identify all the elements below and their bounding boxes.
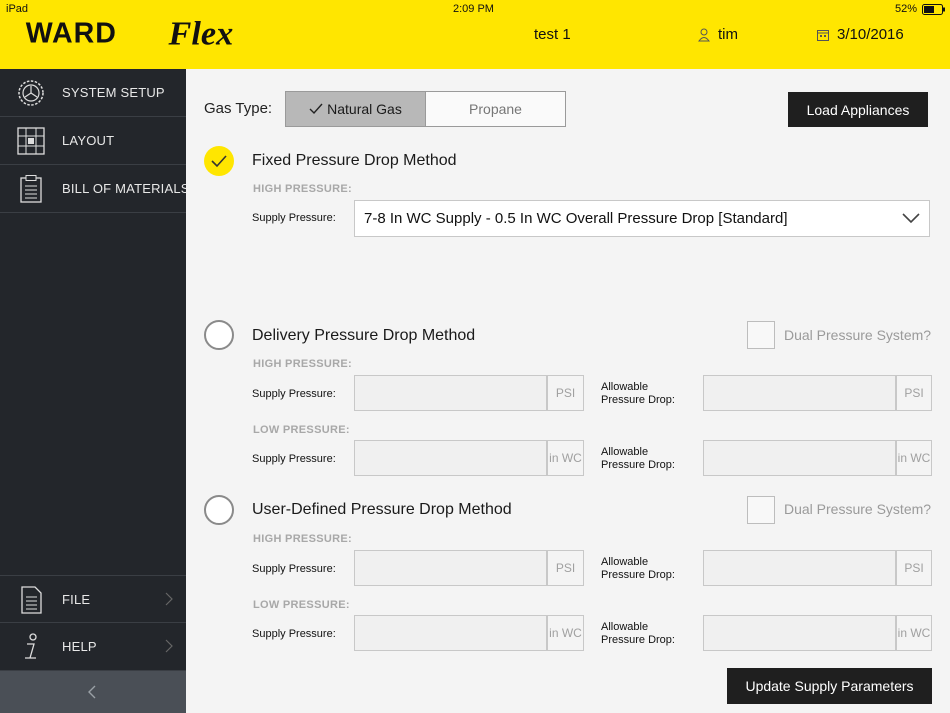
delivery-method-radio[interactable] (204, 320, 234, 350)
status-time: 2:09 PM (453, 3, 494, 15)
sidebar-item-file[interactable]: FILE (0, 575, 186, 623)
fixed-high-pressure-label: HIGH PRESSURE: (253, 183, 352, 195)
chevron-left-icon (88, 685, 96, 699)
fixed-method-title: Fixed Pressure Drop Method (252, 152, 457, 169)
project-name[interactable]: test 1 (534, 26, 571, 43)
checkmark-icon (309, 103, 323, 115)
sidebar-item-layout[interactable]: LAYOUT (0, 117, 186, 165)
user-defined-high-supply-input[interactable] (354, 550, 547, 586)
unit-inwc-label: in WC (547, 615, 584, 651)
chevron-right-icon (165, 592, 173, 606)
delivery-dual-pressure-label: Dual Pressure System? (784, 327, 932, 343)
date-picker[interactable]: 3/10/2016 (817, 26, 904, 43)
unit-inwc-label: in WC (896, 615, 932, 651)
delivery-high-supply-label: Supply Pressure: (252, 388, 336, 400)
delivery-dual-pressure-checkbox[interactable] (747, 321, 775, 349)
collapse-sidebar-button[interactable] (0, 671, 186, 713)
gear-icon (18, 80, 44, 106)
fixed-method-radio[interactable] (204, 146, 234, 176)
load-appliances-button[interactable]: Load Appliances (788, 92, 928, 127)
app-header: iPad 2:09 PM 52% WARD Flex test 1 tim 3/… (0, 0, 950, 69)
svg-text:Flex: Flex (168, 14, 234, 52)
supply-pressure-select[interactable]: 7-8 In WC Supply - 0.5 In WC Overall Pre… (354, 200, 930, 237)
delivery-low-supply-input[interactable] (354, 440, 547, 476)
user-defined-low-allowable-label: Allowable Pressure Drop: (601, 621, 675, 646)
user-icon (698, 28, 710, 41)
update-supply-parameters-button[interactable]: Update Supply Parameters (727, 668, 932, 704)
unit-inwc-label: in WC (547, 440, 584, 476)
user-defined-dual-pressure-label: Dual Pressure System? (784, 501, 932, 517)
battery-icon (922, 4, 945, 15)
sidebar: SYSTEM SETUP LAYOUT BILL OF MATERIALS FI… (0, 69, 189, 713)
clipboard-icon (20, 175, 42, 203)
delivery-high-pressure-label: HIGH PRESSURE: (253, 358, 352, 370)
user-defined-method-title: User-Defined Pressure Drop Method (252, 501, 512, 518)
unit-inwc-label: in WC (896, 440, 932, 476)
unit-psi-label: PSI (896, 550, 932, 586)
delivery-high-allowable-label: Allowable Pressure Drop: (601, 381, 675, 406)
gas-option-natural-gas[interactable]: Natural Gas (285, 91, 426, 127)
user-defined-low-supply-label: Supply Pressure: (252, 628, 336, 640)
sidebar-item-system-setup[interactable]: SYSTEM SETUP (0, 69, 186, 117)
user-defined-high-allowable-label: Allowable Pressure Drop: (601, 556, 675, 581)
delivery-low-supply-label: Supply Pressure: (252, 453, 336, 465)
user-menu[interactable]: tim (698, 26, 738, 43)
document-icon (21, 586, 42, 614)
sidebar-item-help[interactable]: HELP (0, 623, 186, 671)
delivery-high-allowable-input[interactable] (703, 375, 896, 411)
sidebar-item-bill-of-materials[interactable]: BILL OF MATERIALS (0, 165, 189, 213)
info-icon (25, 633, 37, 659)
user-defined-dual-pressure-checkbox[interactable] (747, 496, 775, 524)
chevron-down-icon (902, 213, 920, 224)
grid-layout-icon (17, 127, 45, 155)
user-defined-high-pressure-label: HIGH PRESSURE: (253, 533, 352, 545)
delivery-high-supply-input[interactable] (354, 375, 547, 411)
delivery-low-pressure-label: LOW PRESSURE: (253, 424, 350, 436)
delivery-low-allowable-input[interactable] (703, 440, 896, 476)
gas-option-propane[interactable]: Propane (426, 91, 566, 127)
user-defined-low-allowable-input[interactable] (703, 615, 896, 651)
battery-percent: 52% (895, 3, 918, 15)
chevron-right-icon (165, 639, 173, 653)
calendar-icon (817, 29, 829, 41)
gas-type-label: Gas Type: (204, 100, 273, 117)
user-defined-high-supply-label: Supply Pressure: (252, 563, 336, 575)
system-setup-panel: Gas Type: Natural Gas Propane Load Appli… (186, 69, 950, 713)
unit-psi-label: PSI (547, 550, 584, 586)
fixed-supply-pressure-label: Supply Pressure: (252, 212, 336, 224)
delivery-method-title: Delivery Pressure Drop Method (252, 327, 476, 344)
delivery-low-allowable-label: Allowable Pressure Drop: (601, 446, 675, 471)
unit-psi-label: PSI (547, 375, 584, 411)
user-defined-high-allowable-input[interactable] (703, 550, 896, 586)
user-defined-low-pressure-label: LOW PRESSURE: (253, 599, 350, 611)
unit-psi-label: PSI (896, 375, 932, 411)
checkmark-icon (211, 155, 227, 168)
user-defined-low-supply-input[interactable] (354, 615, 547, 651)
user-defined-method-radio[interactable] (204, 495, 234, 525)
wardflex-logo: WARD Flex (26, 14, 234, 52)
svg-text:WARD: WARD (26, 18, 117, 50)
